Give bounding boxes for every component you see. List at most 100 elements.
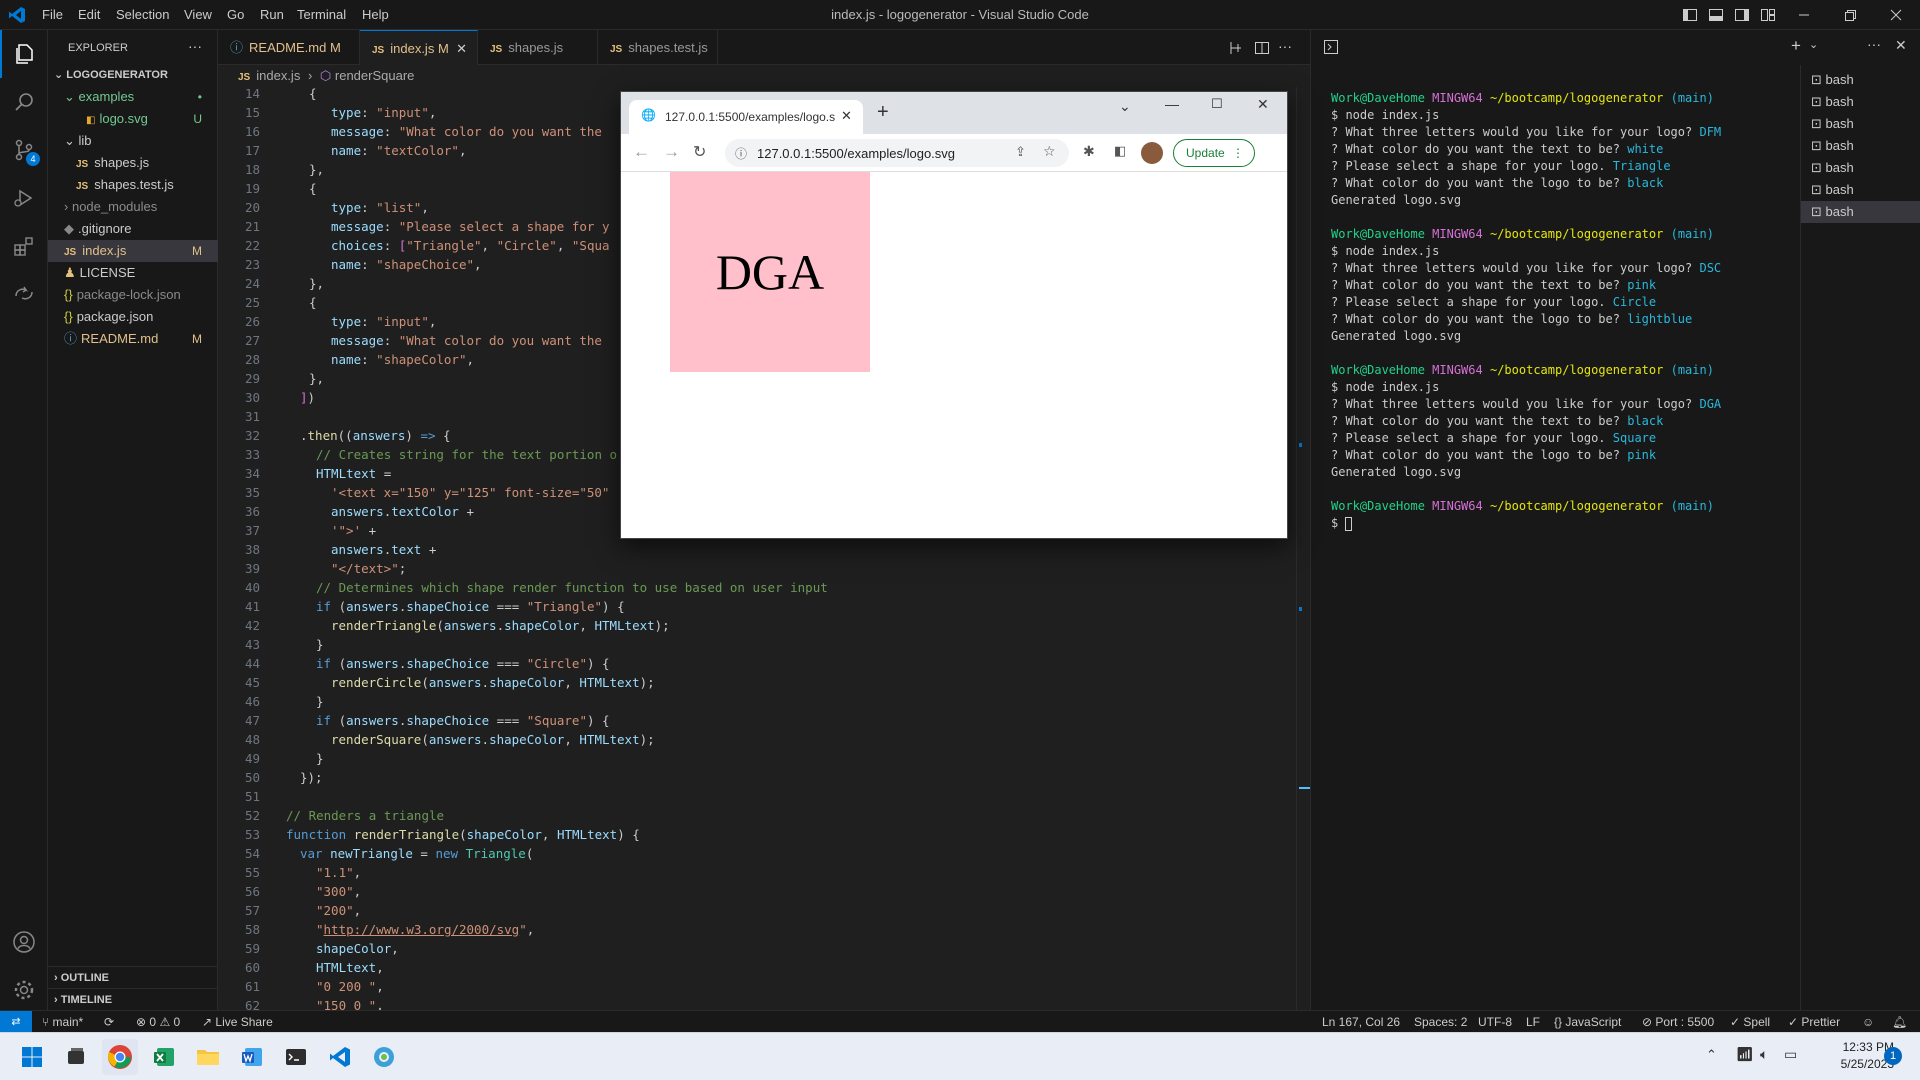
excel-icon[interactable] <box>146 1039 182 1075</box>
menu-selection[interactable]: Selection <box>110 0 175 30</box>
tree-item-package-lock[interactable]: {} package-lock.json <box>48 284 218 306</box>
task-view-icon[interactable] <box>58 1039 94 1075</box>
extensions-puzzle-icon[interactable]: ✱ <box>1083 143 1095 160</box>
breadcrumb-file[interactable]: index.js <box>256 68 300 83</box>
timeline-section[interactable]: › TIMELINE <box>48 988 218 1010</box>
tab-readme[interactable]: ⓘ README.md M <box>218 30 360 65</box>
vscode-taskbar-icon[interactable] <box>322 1039 358 1075</box>
terminal-tab-bash[interactable]: ⊡ bash <box>1801 135 1920 157</box>
remote-indicator-icon[interactable]: ⇄ <box>0 1011 32 1033</box>
battery-icon[interactable]: ▭ <box>1784 1046 1797 1063</box>
windows-start-icon[interactable] <box>14 1039 50 1075</box>
terminal[interactable]: Work@DaveHome MINGW64 ~/bootcamp/logogen… <box>1310 65 1800 1010</box>
menu-run[interactable]: Run <box>254 0 290 30</box>
minimize-icon[interactable] <box>1796 7 1812 23</box>
tree-item-node-modules[interactable]: › node_modules <box>48 196 218 218</box>
tree-item-shapes-js[interactable]: JS shapes.js <box>48 152 218 174</box>
menu-edit[interactable]: Edit <box>72 0 106 30</box>
live-server-port[interactable]: ⊘ Port : 5500 <box>1642 1011 1714 1033</box>
tree-item-examples[interactable]: ⌄ examples • <box>48 86 218 108</box>
open-changes-icon[interactable] <box>1228 40 1244 56</box>
word-icon[interactable] <box>234 1039 270 1075</box>
menu-file[interactable]: File <box>36 0 69 30</box>
feedback-icon[interactable]: ☺ <box>1862 1011 1874 1033</box>
tab-search-icon[interactable]: ⌄ <box>1119 98 1131 115</box>
browser-alt-icon[interactable] <box>366 1039 402 1075</box>
toggle-panel-icon[interactable] <box>1708 7 1724 23</box>
tree-item-index-js[interactable]: JS index.js M <box>48 240 218 262</box>
tree-item-gitignore[interactable]: ◆ .gitignore <box>48 218 218 240</box>
forward-icon[interactable]: → <box>663 142 680 162</box>
restore-icon[interactable] <box>1842 7 1858 23</box>
tab-shapes-test-js[interactable]: JS shapes.test.js <box>598 30 718 65</box>
menu-help[interactable]: Help <box>356 0 395 30</box>
terminal-tab-bash[interactable]: ⊡ bash <box>1801 157 1920 179</box>
eol[interactable]: LF <box>1526 1011 1540 1033</box>
tree-item-shapes-test-js[interactable]: JS shapes.test.js <box>48 174 218 196</box>
source-control-icon[interactable]: 4 <box>0 126 48 174</box>
menu-view[interactable]: View <box>178 0 218 30</box>
account-icon[interactable] <box>0 918 48 966</box>
back-icon[interactable]: ← <box>633 142 650 162</box>
explorer-icon[interactable] <box>0 30 48 78</box>
remote-explorer-icon[interactable] <box>0 270 48 318</box>
profile-avatar[interactable] <box>1141 142 1163 164</box>
chrome-icon[interactable] <box>102 1039 138 1075</box>
search-icon[interactable] <box>0 78 48 126</box>
indentation[interactable]: Spaces: 2 <box>1414 1011 1467 1033</box>
tree-item-readme[interactable]: ⓘ README.md M <box>48 328 218 350</box>
cursor-position[interactable]: Ln 167, Col 26 <box>1322 1011 1400 1033</box>
new-tab-icon[interactable]: + <box>877 101 889 124</box>
notification-badge[interactable]: 1 <box>1884 1047 1902 1065</box>
show-hidden-icons-icon[interactable]: ⌃ <box>1706 1047 1717 1063</box>
new-terminal-icon[interactable]: + <box>1791 36 1801 56</box>
tab-shapes-js[interactable]: JS shapes.js <box>478 30 598 65</box>
menu-go[interactable]: Go <box>221 0 250 30</box>
terminal-panel-icon[interactable] <box>1323 39 1339 55</box>
terminal-tab-bash[interactable]: ⊡ bash <box>1801 69 1920 91</box>
toggle-secondary-sidebar-icon[interactable] <box>1734 7 1750 23</box>
maximize-icon[interactable]: ☐ <box>1211 96 1223 112</box>
prettier-status[interactable]: ✓ Prettier <box>1788 1011 1840 1033</box>
terminal-tab-bash[interactable]: ⊡ bash <box>1801 91 1920 113</box>
reload-icon[interactable]: ↻ <box>693 142 706 162</box>
menu-terminal[interactable]: Terminal <box>291 0 352 30</box>
editor-scrollbar[interactable] <box>1296 87 1310 1010</box>
update-button[interactable]: Update ⋮ <box>1173 139 1255 167</box>
address-bar[interactable]: ⓘ 127.0.0.1:5500/examples/logo.svg ⇪ ☆ <box>725 139 1069 167</box>
chevron-down-icon[interactable]: ⌄ <box>1809 38 1818 51</box>
tree-item-package-json[interactable]: {} package.json <box>48 306 218 328</box>
terminal-tab-bash[interactable]: ⊡ bash <box>1801 113 1920 135</box>
run-debug-icon[interactable] <box>0 174 48 222</box>
panel-more-icon[interactable]: ··· <box>1867 36 1881 52</box>
language-mode[interactable]: {} JavaScript <box>1554 1011 1621 1033</box>
sync-icon[interactable]: ⟳ <box>104 1011 114 1033</box>
project-folder[interactable]: ⌄ LOGOGENERATOR <box>48 64 218 86</box>
extensions-icon[interactable] <box>0 222 48 270</box>
customize-layout-icon[interactable] <box>1760 7 1776 23</box>
close-icon[interactable]: ✕ <box>1257 96 1269 113</box>
share-icon[interactable]: ⇪ <box>1015 144 1026 160</box>
toggle-sidebar-icon[interactable] <box>1682 7 1698 23</box>
branch-status[interactable]: ⑂ main* <box>42 1011 83 1033</box>
more-actions-icon[interactable]: ··· <box>188 38 202 54</box>
clock[interactable]: 12:33 PM 5/25/2023 <box>1820 1039 1894 1073</box>
close-icon[interactable] <box>1888 7 1904 23</box>
outline-section[interactable]: › OUTLINE <box>48 966 218 988</box>
close-tab-icon[interactable]: ✕ <box>456 31 467 66</box>
notifications-bell-icon[interactable]: 🔔︎ <box>1892 1011 1907 1033</box>
tree-item-lib[interactable]: ⌄ lib <box>48 130 218 152</box>
side-panel-icon[interactable]: ◧ <box>1114 143 1126 159</box>
breadcrumb-symbol[interactable]: renderSquare <box>335 68 415 83</box>
tab-index-js[interactable]: JS index.js M ✕ <box>360 30 478 65</box>
bookmark-star-icon[interactable]: ☆ <box>1043 143 1056 160</box>
browser-tab[interactable]: 🌐 127.0.0.1:5500/examples/logo.sv ✕ <box>629 100 863 134</box>
problems-status[interactable]: ⊗ 0 ⚠ 0 <box>136 1011 180 1033</box>
spell-status[interactable]: ✓ Spell <box>1730 1011 1770 1033</box>
close-tab-icon[interactable]: ✕ <box>841 108 852 124</box>
settings-gear-icon[interactable] <box>0 966 48 1014</box>
editor-more-icon[interactable]: ··· <box>1278 38 1292 54</box>
terminal-tab-bash[interactable]: ⊡ bash <box>1801 179 1920 201</box>
close-panel-icon[interactable]: ✕ <box>1895 37 1907 54</box>
volume-icon[interactable]: 🔈︎ <box>1760 1046 1768 1063</box>
